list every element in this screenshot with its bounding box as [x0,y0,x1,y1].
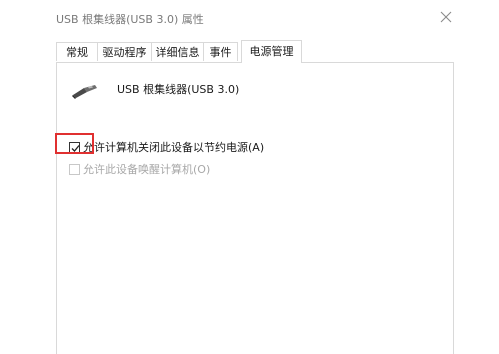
usb-plug-icon [70,83,100,99]
close-icon [440,11,452,23]
tab-general[interactable]: 常规 [56,42,98,61]
close-button[interactable] [434,7,458,29]
allow-power-off-option[interactable]: 允许计算机关闭此设备以节约电源(A) [69,139,264,155]
window-title: USB 根集线器(USB 3.0) 属性 [56,13,204,26]
allow-wake-checkbox[interactable] [69,163,80,175]
device-name: USB 根集线器(USB 3.0) [117,83,240,96]
allow-power-off-label: 允许计算机关闭此设备以节约电源(A) [83,141,265,154]
tab-details[interactable]: 详细信息 [151,42,204,61]
properties-dialog: USB 根集线器(USB 3.0) 属性 常规 驱动程序 详细信息 事件 电源管… [0,0,499,354]
tab-power-management[interactable]: 电源管理 [241,40,302,63]
tab-driver[interactable]: 驱动程序 [97,42,152,61]
tab-strip: 常规 驱动程序 详细信息 事件 电源管理 [56,40,456,63]
title-bar: USB 根集线器(USB 3.0) 属性 [0,0,499,36]
power-management-panel: USB 根集线器(USB 3.0) 允许计算机关闭此设备以节约电源(A) 允许此… [56,62,454,354]
checkmark-icon [71,144,80,152]
allow-wake-label: 允许此设备唤醒计算机(O) [83,163,211,176]
allow-power-off-checkbox[interactable] [69,141,80,153]
allow-wake-option[interactable]: 允许此设备唤醒计算机(O) [69,161,210,177]
tab-events[interactable]: 事件 [203,42,238,61]
